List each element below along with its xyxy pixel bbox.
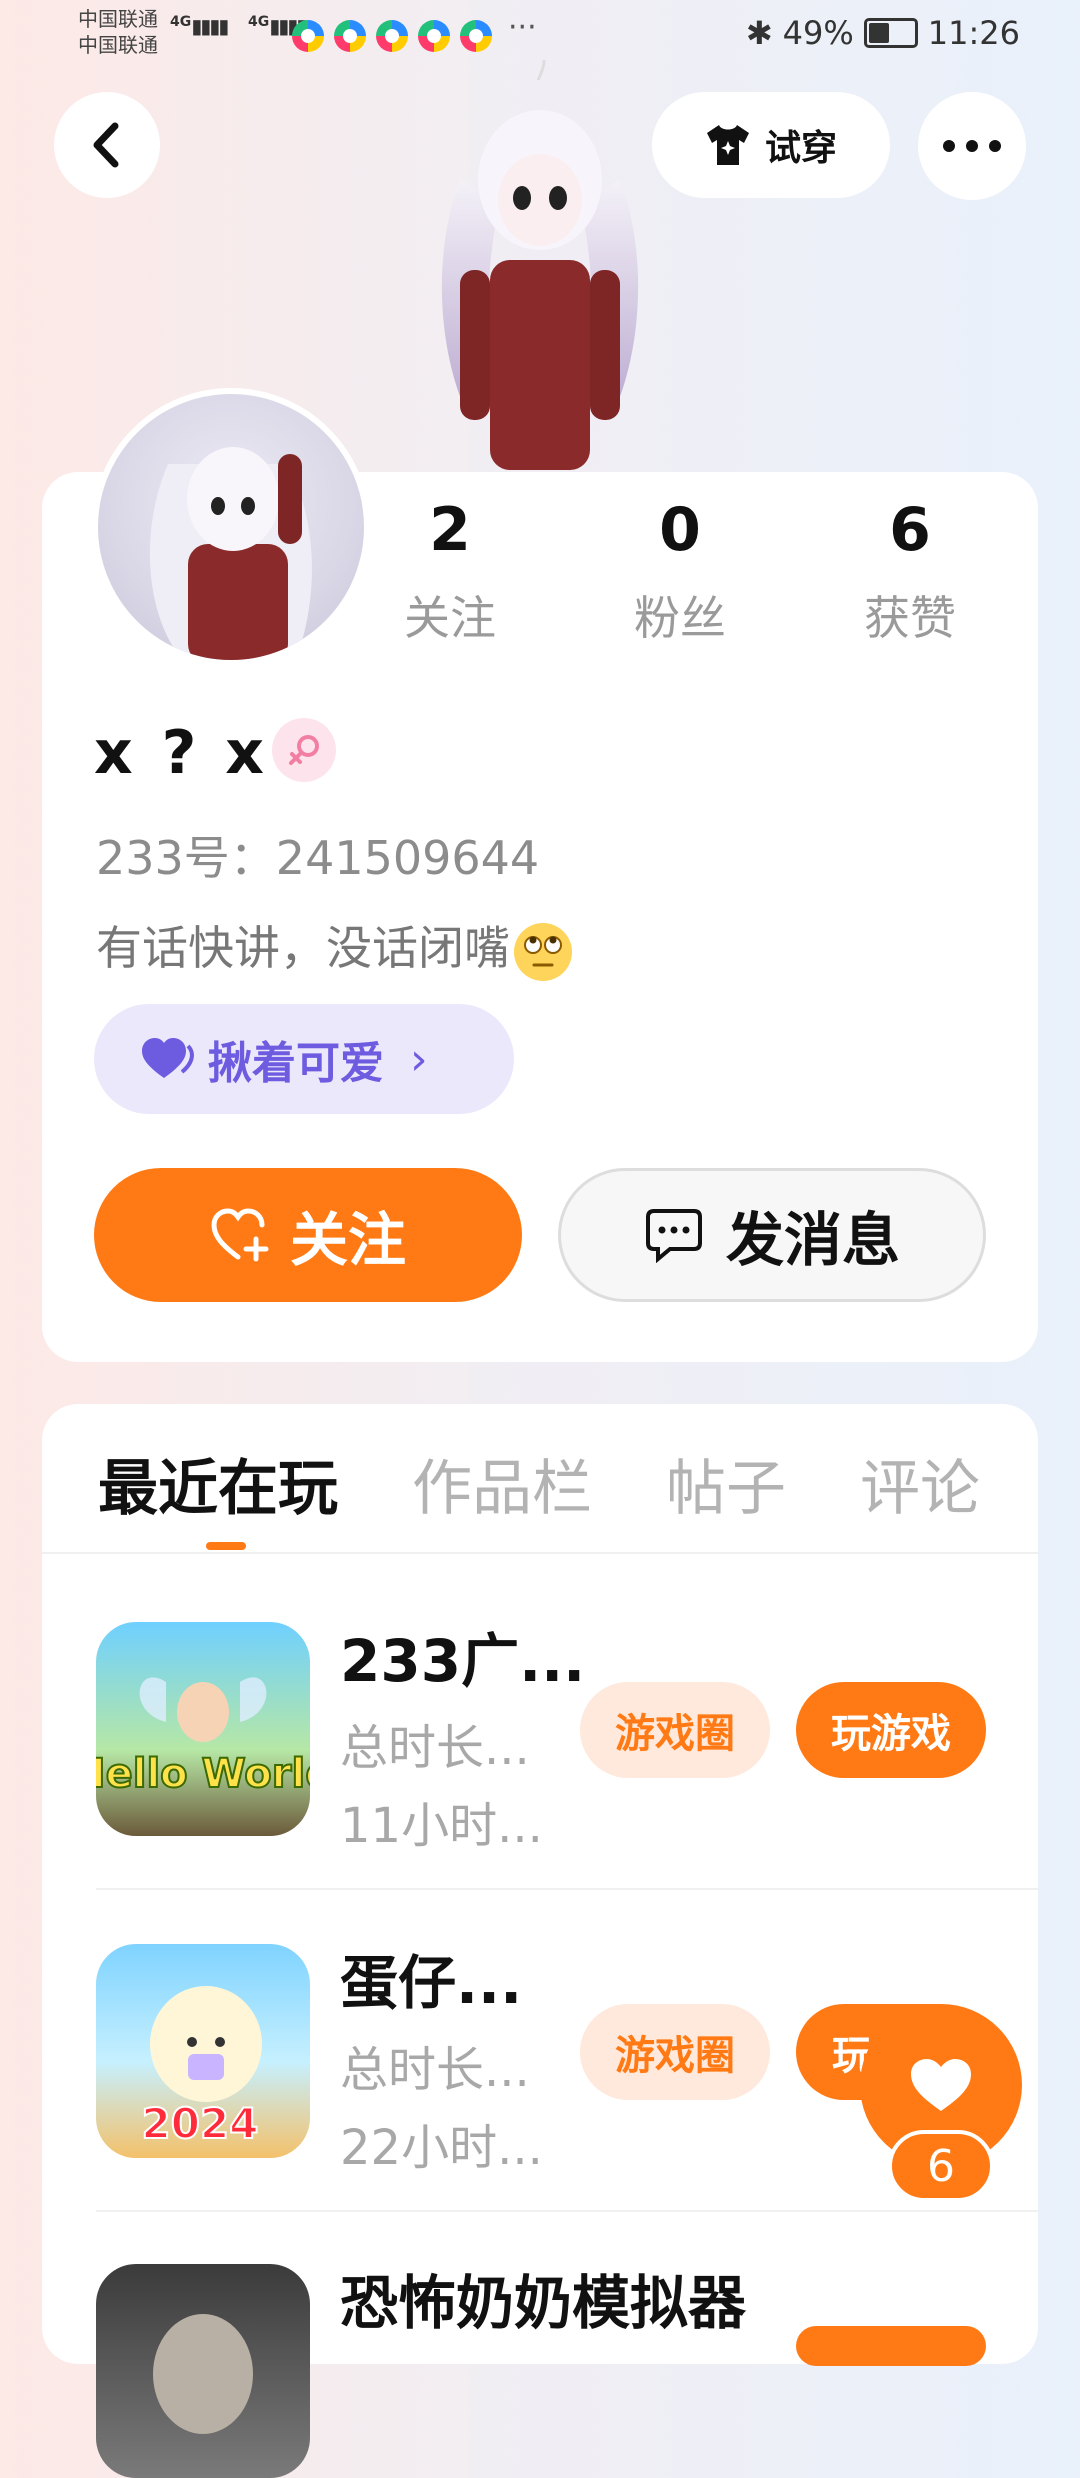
heart-tag-icon: [142, 1038, 194, 1078]
more-options-button[interactable]: [918, 92, 1026, 200]
app-notification-icon: [376, 20, 408, 52]
stat-likes[interactable]: 6 获赞: [800, 500, 1020, 648]
tag-label: 揪着可爱: [208, 1038, 384, 1089]
avatar-3d-figure[interactable]: [420, 60, 660, 470]
following-count: 2: [429, 495, 471, 565]
user-id: 233号：241509644: [96, 831, 540, 885]
game-icon-granny[interactable]: [96, 2264, 310, 2478]
game-playtime-value: 11小时...: [340, 1798, 543, 1854]
follow-button[interactable]: 关注: [94, 1168, 522, 1302]
row-divider: [96, 1888, 1038, 1890]
back-arrow-icon: [93, 122, 119, 168]
female-icon: [272, 718, 336, 782]
game-circle-button[interactable]: 游戏圈: [580, 2004, 770, 2100]
game-playtime-label: 总时长...: [340, 2042, 530, 2098]
app-notification-icon: [334, 20, 366, 52]
carrier-info: 中国联通 中国联通: [78, 6, 158, 58]
game-icon-eggy[interactable]: 2024: [96, 1944, 310, 2158]
heart-plus-icon: [211, 1208, 269, 1262]
following-label: 关注: [404, 591, 496, 645]
stat-fans[interactable]: 0 粉丝: [570, 500, 790, 648]
carrier-name-1: 中国联通: [78, 7, 158, 31]
likes-label: 获赞: [864, 591, 956, 645]
app-notification-icon: [292, 20, 324, 52]
game-playtime-label: 总时长...: [340, 1720, 530, 1776]
tab-works[interactable]: 作品栏: [412, 1440, 592, 1527]
signal-icon: 4G▮▮▮▮: [170, 14, 229, 38]
more-notifications-icon: ···: [508, 10, 537, 45]
play-game-button[interactable]: 玩游戏: [796, 1682, 986, 1778]
game-title: 233广...: [340, 1627, 586, 1695]
battery-percent: 49%: [782, 14, 854, 52]
tab-comments[interactable]: 评论: [860, 1440, 980, 1527]
notification-icons: [292, 20, 492, 52]
likes-count: 6: [889, 495, 931, 565]
game-icon-text: 2024: [142, 2099, 259, 2148]
chat-bubble-icon: [645, 1209, 702, 1263]
fans-count: 0: [659, 495, 701, 565]
try-on-label: 试穿: [764, 128, 837, 169]
heart-icon: [911, 2059, 971, 2111]
play-game-button[interactable]: [796, 2326, 986, 2366]
row-divider: [96, 2210, 1038, 2212]
more-dots-icon: [943, 140, 1001, 152]
game-icon-text: Hello World: [96, 1751, 310, 1797]
stat-following[interactable]: 2 关注: [340, 500, 560, 648]
avatar-image: [149, 447, 312, 660]
follow-label: 关注: [289, 1206, 406, 1274]
user-name: x ? x: [94, 718, 268, 788]
app-notification-icon: [418, 20, 450, 52]
personality-tag[interactable]: 揪着可爱 ›: [94, 1004, 514, 1114]
game-circle-button[interactable]: 游戏圈: [580, 1682, 770, 1778]
send-message-button[interactable]: 发消息: [558, 1168, 986, 1302]
message-label: 发消息: [725, 1206, 900, 1274]
user-bio: 有话快讲，没话闭嘴: [96, 912, 572, 981]
carrier-name-2: 中国联通: [78, 33, 158, 57]
chevron-right-icon: ›: [410, 1033, 428, 1085]
try-on-button[interactable]: 试穿: [652, 92, 890, 198]
eye-roll-emoji-icon: [514, 922, 572, 981]
tab-posts[interactable]: 帖子: [666, 1440, 786, 1527]
avatar[interactable]: [92, 388, 370, 666]
game-title: 恐怖奶奶模拟器: [340, 2269, 747, 2337]
bluetooth-icon: ✱: [745, 14, 773, 52]
battery-icon: [863, 18, 918, 48]
back-button[interactable]: [54, 92, 160, 198]
content-card: [42, 1404, 1038, 2364]
system-status: ✱ 49% 11:26: [746, 14, 1020, 52]
game-title: 蛋仔...: [340, 1949, 523, 2017]
clock: 11:26: [927, 14, 1020, 52]
app-notification-icon: [460, 20, 492, 52]
tshirt-icon: [706, 125, 749, 165]
tabs-divider: [42, 1552, 1038, 1554]
active-tab-indicator: [206, 1542, 246, 1550]
bio-text: 有话快讲，没话闭嘴: [96, 921, 510, 975]
profile-tabs: 最近在玩 作品栏 帖子 评论: [98, 1440, 1054, 1527]
like-count-badge: 6: [888, 2130, 994, 2202]
fans-label: 粉丝: [634, 591, 726, 645]
tab-recently-played[interactable]: 最近在玩: [98, 1440, 338, 1527]
game-icon-hello-world[interactable]: Hello World: [96, 1622, 310, 1836]
game-playtime-value: 22小时...: [340, 2120, 543, 2176]
